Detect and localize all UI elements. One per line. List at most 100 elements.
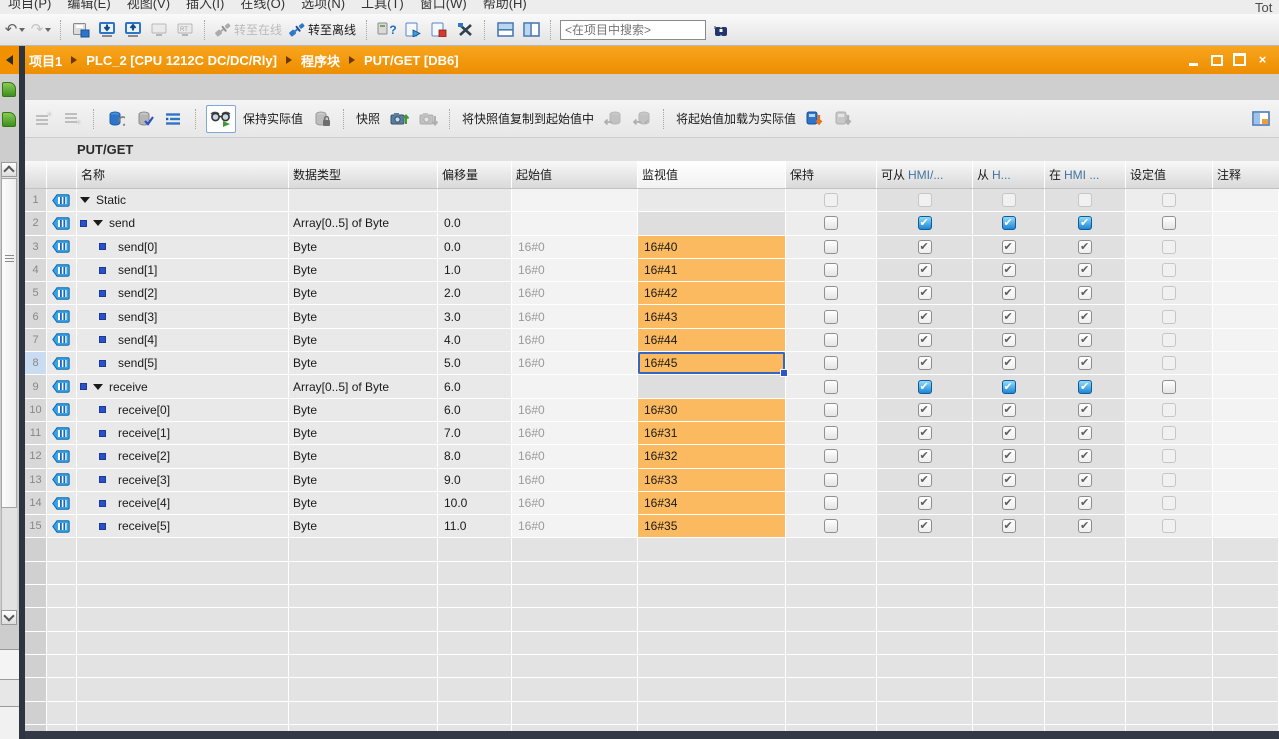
search-input[interactable] (560, 20, 706, 40)
empty-cell[interactable] (47, 702, 77, 725)
empty-cell[interactable] (289, 702, 438, 725)
checkbox-writable-from-hmi[interactable] (1002, 426, 1016, 440)
empty-cell[interactable] (77, 632, 289, 655)
checkbox-accessible-from-hmi[interactable] (918, 403, 932, 417)
empty-cell[interactable] (47, 632, 77, 655)
checkbox-retain[interactable] (824, 449, 838, 463)
checkbox-visible-in-hmi[interactable] (1078, 356, 1092, 370)
snapshot-button[interactable]: 快照 (354, 110, 382, 127)
empty-cell[interactable] (973, 678, 1045, 701)
empty-cell[interactable] (512, 655, 638, 678)
cell-comment[interactable] (1213, 469, 1279, 492)
go-online-label[interactable]: 转至在线 (232, 21, 284, 38)
checkbox-writable-from-hmi[interactable] (1002, 216, 1016, 230)
go-offline-button[interactable]: 转至离线 (288, 18, 358, 42)
row-number-cell[interactable]: 9 (25, 375, 47, 398)
rail-segment[interactable] (0, 649, 19, 679)
cell-monitor-value[interactable]: 16#31 (638, 422, 786, 445)
cell-monitor-value[interactable]: 16#30 (638, 399, 786, 422)
empty-cell[interactable] (77, 562, 289, 585)
cell-name[interactable]: send[4] (77, 329, 289, 352)
expand-caret-icon[interactable] (80, 197, 90, 203)
update-interface-button[interactable] (133, 106, 157, 132)
cell-comment[interactable] (1213, 189, 1279, 212)
checkbox-visible-in-hmi[interactable] (1078, 193, 1092, 207)
start-cpu-button[interactable] (402, 18, 424, 42)
checkbox-retain[interactable] (824, 310, 838, 324)
header-icon[interactable] (47, 161, 77, 188)
cell-name[interactable]: send[2] (77, 282, 289, 305)
empty-cell[interactable] (77, 702, 289, 725)
maximize-button[interactable] (1233, 54, 1246, 66)
rail-scroll-up-button[interactable] (1, 162, 17, 177)
checkbox-visible-in-hmi[interactable] (1078, 519, 1092, 533)
empty-cell[interactable] (786, 655, 877, 678)
empty-cell[interactable] (25, 678, 47, 701)
checkbox-visible-in-hmi[interactable] (1078, 473, 1092, 487)
checkbox-visible-in-hmi[interactable] (1078, 449, 1092, 463)
empty-cell[interactable] (47, 678, 77, 701)
empty-cell[interactable] (25, 562, 47, 585)
save-to-device-icon[interactable] (70, 18, 92, 42)
split-editor-horizontal-button[interactable] (494, 18, 516, 42)
cell-name[interactable]: send[5] (77, 352, 289, 375)
start-simulation-icon[interactable] (148, 18, 170, 42)
cell-monitor-value[interactable]: 16#34 (638, 492, 786, 515)
cell-monitor-value[interactable]: 16#32 (638, 445, 786, 468)
cell-comment[interactable] (1213, 259, 1279, 282)
empty-cell[interactable] (786, 678, 877, 701)
checkbox-accessible-from-hmi[interactable] (918, 240, 932, 254)
cell-data-type[interactable] (289, 189, 438, 212)
cell-data-type[interactable]: Byte (289, 352, 438, 375)
empty-cell[interactable] (289, 562, 438, 585)
empty-cell[interactable] (1213, 562, 1279, 585)
checkbox-accessible-from-hmi[interactable] (918, 263, 932, 277)
checkbox-accessible-from-hmi[interactable] (918, 380, 932, 394)
checkbox-setpoint[interactable] (1162, 403, 1176, 417)
menu-item[interactable]: 在线(O) (240, 0, 285, 14)
empty-cell[interactable] (1213, 608, 1279, 631)
rail-scroll-down-button[interactable] (1, 610, 17, 625)
empty-cell[interactable] (1045, 585, 1126, 608)
checkbox-retain[interactable] (824, 263, 838, 277)
snapshot-capture-icon[interactable] (387, 106, 411, 132)
empty-cell[interactable] (25, 585, 47, 608)
cell-monitor-value[interactable] (638, 375, 786, 398)
empty-cell[interactable] (289, 655, 438, 678)
empty-cell[interactable] (289, 632, 438, 655)
cell-comment[interactable] (1213, 422, 1279, 445)
cell-comment[interactable] (1213, 445, 1279, 468)
cell-name[interactable]: receive[4] (77, 492, 289, 515)
empty-cell[interactable] (289, 538, 438, 561)
cell-start-value[interactable] (512, 212, 638, 235)
panel-split-border[interactable] (19, 46, 25, 739)
checkbox-setpoint[interactable] (1162, 380, 1176, 394)
diagnostics-button[interactable]: ? (376, 18, 398, 42)
cell-name[interactable]: receive[2] (77, 445, 289, 468)
cell-comment[interactable] (1213, 282, 1279, 305)
checkbox-writable-from-hmi[interactable] (1002, 473, 1016, 487)
checkbox-visible-in-hmi[interactable] (1078, 216, 1092, 230)
breadcrumb-db[interactable]: PUT/GET [DB6] (364, 53, 459, 68)
checkbox-accessible-from-hmi[interactable] (918, 333, 932, 347)
checkbox-retain[interactable] (824, 380, 838, 394)
cell-name[interactable]: send (77, 212, 289, 235)
checkbox-visible-in-hmi[interactable] (1078, 426, 1092, 440)
menu-item[interactable]: 帮助(H) (483, 0, 527, 14)
checkbox-setpoint[interactable] (1162, 240, 1176, 254)
cell-start-value[interactable]: 16#0 (512, 422, 638, 445)
empty-cell[interactable] (1126, 632, 1213, 655)
cell-comment[interactable] (1213, 236, 1279, 259)
cell-comment[interactable] (1213, 305, 1279, 328)
empty-cell[interactable] (973, 585, 1045, 608)
empty-cell[interactable] (438, 585, 512, 608)
row-number-cell[interactable]: 12 (25, 445, 47, 468)
empty-cell[interactable] (638, 632, 786, 655)
header-type[interactable]: 数据类型 (289, 161, 438, 188)
empty-cell[interactable] (77, 678, 289, 701)
insert-row-button[interactable]: ✳ (31, 106, 55, 132)
checkbox-retain[interactable] (824, 286, 838, 300)
row-number-cell[interactable]: 10 (25, 399, 47, 422)
cell-name[interactable]: receive (77, 375, 289, 398)
cell-start-value[interactable]: 16#0 (512, 469, 638, 492)
